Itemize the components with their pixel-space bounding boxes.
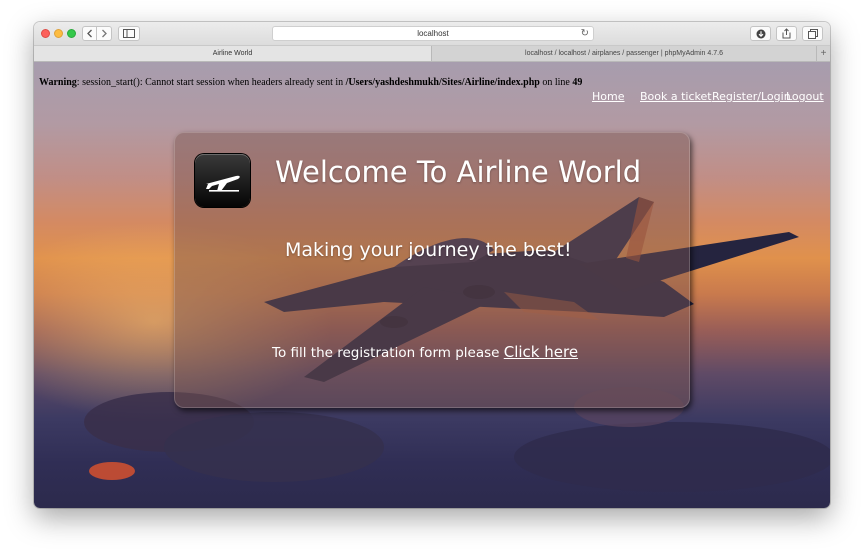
download-icon xyxy=(756,29,765,38)
nav-register-login-link[interactable]: Register/Login xyxy=(712,90,791,103)
tab-label: localhost / localhost / airplanes / pass… xyxy=(525,50,723,57)
nav-logout-link[interactable]: Logout xyxy=(786,90,824,103)
downloads-button[interactable] xyxy=(750,26,771,41)
warning-path: /Users/yashdeshmukh/Sites/Airline/index.… xyxy=(345,77,540,88)
sidebar-icon xyxy=(123,29,135,38)
tab-label: Airline World xyxy=(212,50,253,57)
page-title: Welcome To Airline World xyxy=(275,155,642,189)
plus-icon: + xyxy=(820,48,827,59)
registration-prompt: To fill the registration form please Cli… xyxy=(272,343,632,361)
php-warning: Warning: session_start(): Cannot start s… xyxy=(39,77,799,88)
registration-link[interactable]: Click here xyxy=(504,343,578,361)
warning-line-number: 49 xyxy=(572,77,583,88)
tab-bar: Airline World localhost / localhost / ai… xyxy=(34,46,830,62)
warning-on-line: on line xyxy=(539,77,573,88)
nav-book-ticket-link[interactable]: Book a ticket xyxy=(640,90,712,103)
warning-label: Warning xyxy=(39,77,77,88)
nav-home-link[interactable]: Home xyxy=(592,90,624,103)
browser-toolbar: localhost ↻ xyxy=(34,22,830,46)
warning-message: : session_start(): Cannot start session … xyxy=(76,77,346,88)
airplane-takeoff-icon xyxy=(195,154,250,207)
reload-icon[interactable]: ↻ xyxy=(581,28,589,39)
forward-button[interactable] xyxy=(97,26,112,41)
back-button[interactable] xyxy=(82,26,97,41)
browser-window: localhost ↻ Airline World localhost / lo… xyxy=(34,22,830,508)
chevron-left-icon xyxy=(86,29,92,38)
history-nav xyxy=(82,26,112,41)
tab-phpmyadmin[interactable]: localhost / localhost / airplanes / pass… xyxy=(432,46,816,61)
new-tab-button[interactable]: + xyxy=(816,46,830,61)
page-content: Warning: session_start(): Cannot start s… xyxy=(34,62,830,508)
close-window-button[interactable] xyxy=(41,29,50,38)
maximize-window-button[interactable] xyxy=(67,29,76,38)
share-icon xyxy=(782,28,791,39)
minimize-window-button[interactable] xyxy=(54,29,63,38)
tagline: Making your journey the best! xyxy=(285,239,572,261)
cloud xyxy=(514,422,830,492)
tab-airline-world[interactable]: Airline World xyxy=(34,46,432,61)
registration-prompt-text: To fill the registration form please xyxy=(272,345,504,361)
address-bar[interactable]: localhost ↻ xyxy=(272,26,594,41)
cloud xyxy=(89,462,135,480)
chevron-right-icon xyxy=(102,29,107,38)
tab-overview-button[interactable] xyxy=(802,26,823,41)
tabs-overview-icon xyxy=(807,28,818,39)
share-button[interactable] xyxy=(776,26,797,41)
welcome-panel: Welcome To Airline World Making your jou… xyxy=(174,132,690,408)
top-navigation: Home Book a ticket Register/Login Logout xyxy=(592,90,824,106)
sidebar-button[interactable] xyxy=(118,26,140,41)
address-text: localhost xyxy=(417,29,449,38)
cloud xyxy=(164,412,384,482)
